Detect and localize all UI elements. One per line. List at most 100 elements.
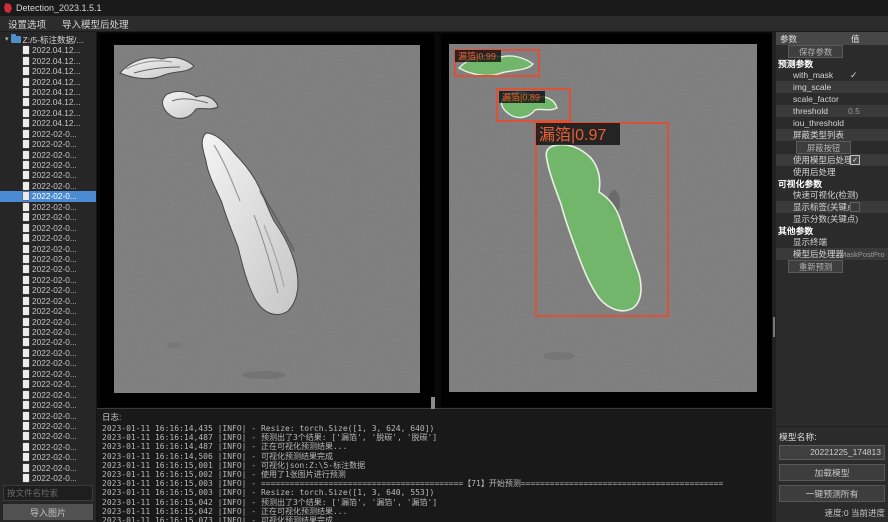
- tree-root-folder[interactable]: ▾ Z:/5-标注数据/...: [0, 34, 96, 45]
- repredict-button[interactable]: 重新预测: [788, 260, 843, 273]
- tree-file-item[interactable]: 2022-02-0...: [0, 379, 96, 389]
- tree-file-item[interactable]: 2022-02-0...: [0, 473, 96, 483]
- progress-status: 速度:0 当前进度: [776, 507, 888, 519]
- param-row[interactable]: 显示标签(关键点): [776, 201, 888, 213]
- tree-file-item[interactable]: 2022.04.12...: [0, 118, 96, 128]
- load-model-button[interactable]: 加载模型: [779, 464, 885, 481]
- file-name-label: 2022.04.12...: [32, 45, 80, 55]
- caret-down-icon[interactable]: ▾: [5, 36, 9, 43]
- tree-file-item[interactable]: 2022-02-0...: [0, 149, 96, 159]
- log-line: 2023-01-11 16:16:14,487 |INFO| - 正在可视化预测…: [97, 442, 772, 451]
- params-header-value: 值: [851, 33, 860, 45]
- file-icon: [23, 245, 29, 253]
- tree-file-item[interactable]: 2022-02-0...: [0, 348, 96, 358]
- tree-file-item[interactable]: 2022-02-0...: [0, 306, 96, 316]
- tree-file-item[interactable]: 2022.04.12...: [0, 45, 96, 55]
- file-icon: [23, 255, 29, 263]
- tree-file-item[interactable]: 2022-02-0...: [0, 233, 96, 243]
- file-name-label: 2022-02-0...: [32, 285, 77, 295]
- tree-file-item[interactable]: 2022-02-0...: [0, 442, 96, 452]
- param-row[interactable]: iou_threshold: [776, 117, 888, 129]
- param-row[interactable]: 使用后处理: [776, 166, 888, 178]
- param-section-title: 预测参数: [776, 58, 888, 69]
- tree-file-item[interactable]: 2022.04.12...: [0, 108, 96, 118]
- tree-file-item[interactable]: 2022-02-0...: [0, 369, 96, 379]
- tree-file-item[interactable]: 2022-02-0...: [0, 316, 96, 326]
- tree-file-item[interactable]: 2022.04.12...: [0, 76, 96, 86]
- menu-import-model-postprocess[interactable]: 导入模型后处理: [54, 17, 137, 31]
- tree-file-item[interactable]: 2022-02-0...: [0, 358, 96, 368]
- tree-file-item[interactable]: 2022-02-0...: [0, 421, 96, 431]
- tree-file-item[interactable]: 2022-02-0...: [0, 327, 96, 337]
- import-images-button[interactable]: 导入图片: [3, 504, 93, 520]
- params-header-param: 参数: [776, 33, 797, 45]
- tree-file-item[interactable]: 2022-02-0...: [0, 181, 96, 191]
- param-row[interactable]: 模型后处理器MaskPostPro: [776, 248, 888, 260]
- original-image-panel[interactable]: [100, 34, 434, 407]
- file-icon: [23, 474, 29, 482]
- tree-root-label: Z:/5-标注数据/...: [23, 34, 84, 46]
- splitter-grip-icon[interactable]: [773, 317, 775, 337]
- file-icon: [23, 171, 29, 179]
- predict-all-button[interactable]: 一键预测所有: [779, 485, 885, 502]
- checkbox-unchecked[interactable]: [850, 202, 860, 212]
- tree-file-item[interactable]: 2022-02-0...: [0, 389, 96, 399]
- tree-file-item[interactable]: 2022-02-0...: [0, 129, 96, 139]
- tree-file-item[interactable]: 2022-02-0...: [0, 160, 96, 170]
- tree-file-item[interactable]: 2022-02-0...: [0, 337, 96, 347]
- file-icon: [23, 422, 29, 430]
- tree-file-item[interactable]: 2022.04.12...: [0, 66, 96, 76]
- param-row[interactable]: 显示终端: [776, 236, 888, 248]
- tree-file-item[interactable]: 2022-02-0...: [0, 254, 96, 264]
- param-row[interactable]: img_scale: [776, 81, 888, 93]
- file-icon: [23, 46, 29, 54]
- mask-types-button[interactable]: 屏蔽按钮: [796, 141, 851, 154]
- tree-file-item[interactable]: 2022-02-0...: [0, 212, 96, 222]
- image-viewport: 漏箔|0.99 漏箔|0.89 漏箔|0.97: [97, 32, 772, 408]
- menu-settings[interactable]: 设置选项: [0, 17, 54, 31]
- app-logo-icon: [4, 3, 12, 13]
- prediction-image-panel[interactable]: 漏箔|0.99 漏箔|0.89 漏箔|0.97: [441, 34, 772, 407]
- param-row[interactable]: threshold0.5: [776, 105, 888, 117]
- param-button-row: 屏蔽按钮: [776, 141, 888, 154]
- file-name-label: 2022.04.12...: [32, 77, 80, 87]
- tree-file-item[interactable]: 2022-02-0...: [0, 285, 96, 295]
- file-name-label: 2022-02-0...: [32, 337, 77, 347]
- app-window: Detection_2023.1.5.1 设置选项 导入模型后处理 ▾ Z:/5…: [0, 0, 888, 522]
- tree-file-item[interactable]: 2022-02-0...: [0, 275, 96, 285]
- param-row[interactable]: 使用模型后处理✓: [776, 154, 888, 166]
- param-row[interactable]: 屏蔽类型列表: [776, 129, 888, 141]
- param-row[interactable]: 快速可视化(检测): [776, 189, 888, 201]
- param-row[interactable]: scale_factor: [776, 93, 888, 105]
- tree-file-item[interactable]: 2022.04.12...: [0, 97, 96, 107]
- tree-file-item[interactable]: 2022-02-0...: [0, 410, 96, 420]
- log-splitter-handle[interactable]: [431, 397, 435, 409]
- tree-file-item[interactable]: 2022.04.12...: [0, 87, 96, 97]
- tree-file-item[interactable]: 2022-02-0...: [0, 139, 96, 149]
- file-icon: [23, 286, 29, 294]
- tree-file-item[interactable]: 2022-02-0...: [0, 452, 96, 462]
- file-name-label: 2022-02-0...: [32, 139, 77, 149]
- tree-file-item[interactable]: 2022-02-0...: [0, 400, 96, 410]
- tree-file-item[interactable]: 2022-02-0...: [0, 222, 96, 232]
- model-name-field[interactable]: 20221225_174813: [779, 445, 885, 460]
- tree-file-item[interactable]: 2022.04.12...: [0, 55, 96, 65]
- file-name-label: 2022-02-0...: [32, 379, 77, 389]
- checkbox-checked[interactable]: ✓: [850, 155, 860, 165]
- filename-search-input[interactable]: [3, 485, 93, 501]
- param-row[interactable]: 显示分数(关键点): [776, 213, 888, 225]
- param-row[interactable]: with_mask✓: [776, 69, 888, 81]
- tree-file-item[interactable]: 2022-02-0...: [0, 243, 96, 253]
- log-line: 2023-01-11 16:16:15,002 |INFO| - 使用了1张图片…: [97, 470, 772, 479]
- tree-file-item[interactable]: 2022-02-0...: [0, 170, 96, 180]
- file-name-label: 2022-02-0...: [32, 452, 77, 462]
- tree-file-item[interactable]: 2022-02-0...: [0, 463, 96, 473]
- file-icon: [23, 401, 29, 409]
- file-name-label: 2022-02-0...: [32, 233, 77, 243]
- tree-file-item[interactable]: 2022-02-0...: [0, 296, 96, 306]
- tree-file-item[interactable]: 2022-02-0...: [0, 191, 96, 201]
- param-value: MaskPostPro: [840, 250, 887, 259]
- tree-file-item[interactable]: 2022-02-0...: [0, 264, 96, 274]
- tree-file-item[interactable]: 2022-02-0...: [0, 202, 96, 212]
- tree-file-item[interactable]: 2022-02-0...: [0, 431, 96, 441]
